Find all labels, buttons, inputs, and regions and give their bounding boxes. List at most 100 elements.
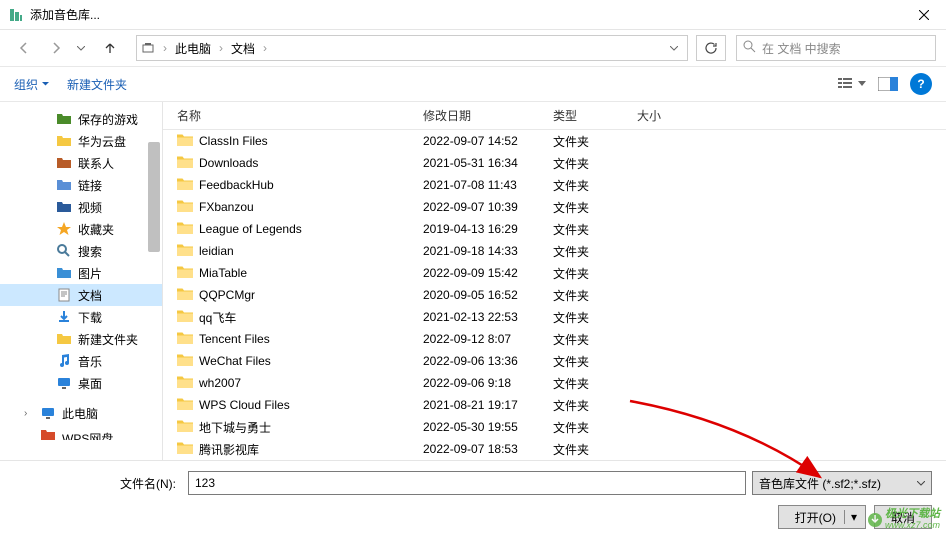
sidebar-item-folder[interactable]: 新建文件夹: [0, 328, 162, 350]
help-button[interactable]: ?: [910, 73, 932, 95]
sidebar-item-picture[interactable]: 图片: [0, 262, 162, 284]
search-input[interactable]: 在 文档 中搜索: [736, 35, 936, 61]
window-title: 添加音色库...: [30, 6, 901, 23]
up-button[interactable]: [96, 35, 124, 61]
file-row[interactable]: 腾讯影视库2022-09-07 18:53文件夹: [163, 438, 946, 460]
file-row[interactable]: ClassIn Files2022-09-07 14:52文件夹: [163, 130, 946, 152]
file-name: Downloads: [199, 156, 258, 170]
refresh-button[interactable]: [696, 35, 726, 61]
file-row[interactable]: leidian2021-09-18 14:33文件夹: [163, 240, 946, 262]
file-name: FXbanzou: [199, 200, 254, 214]
folder-icon: [177, 419, 193, 436]
file-name: leidian: [199, 244, 234, 258]
open-button[interactable]: 打开(O)▾: [778, 505, 866, 529]
breadcrumb-current[interactable]: 文档: [227, 38, 259, 59]
sidebar-item-wps[interactable]: WPS网盘: [0, 424, 162, 446]
folder-icon: [177, 309, 193, 326]
file-name: MiaTable: [199, 266, 247, 280]
file-row[interactable]: qq飞车2021-02-13 22:53文件夹: [163, 306, 946, 328]
file-row[interactable]: 地下城与勇士2022-05-30 19:55文件夹: [163, 416, 946, 438]
open-dropdown-icon[interactable]: ▾: [844, 510, 857, 524]
file-row[interactable]: MiaTable2022-09-09 15:42文件夹: [163, 262, 946, 284]
sidebar-item-contacts[interactable]: 联系人: [0, 152, 162, 174]
sidebar-item-label: 文档: [78, 287, 102, 304]
search-placeholder: 在 文档 中搜索: [762, 40, 841, 57]
file-row[interactable]: League of Legends2019-04-13 16:29文件夹: [163, 218, 946, 240]
file-row[interactable]: wh20072022-09-06 9:18文件夹: [163, 372, 946, 394]
history-dropdown[interactable]: [74, 46, 88, 51]
sidebar-item-desktop[interactable]: 桌面: [0, 372, 162, 394]
chevron-down-icon: [917, 481, 925, 486]
sidebar-item-game[interactable]: 保存的游戏: [0, 108, 162, 130]
sidebar-item-download[interactable]: 下载: [0, 306, 162, 328]
download-icon: [56, 309, 72, 325]
file-type: 文件夹: [553, 243, 637, 260]
file-rows: ClassIn Files2022-09-07 14:52文件夹Download…: [163, 130, 946, 460]
folder-icon: [177, 287, 193, 304]
app-icon: [8, 7, 24, 23]
file-name: FeedbackHub: [199, 178, 274, 192]
sidebar-item-label: WPS网盘: [62, 430, 113, 440]
file-name: QQPCMgr: [199, 288, 255, 302]
scrollbar-thumb[interactable]: [148, 142, 160, 252]
filename-input[interactable]: [188, 471, 746, 495]
file-type: 文件夹: [553, 287, 637, 304]
folder-icon: [177, 177, 193, 194]
new-folder-button[interactable]: 新建文件夹: [67, 76, 127, 93]
sidebar-item-video[interactable]: 视频: [0, 196, 162, 218]
back-button[interactable]: [10, 35, 38, 61]
column-name[interactable]: 名称: [163, 107, 423, 124]
column-date[interactable]: 修改日期: [423, 107, 553, 124]
sidebar-item-label: 搜索: [78, 243, 102, 260]
breadcrumb[interactable]: › 此电脑 › 文档 ›: [136, 35, 688, 61]
sidebar-item-pc[interactable]: ›此电脑: [0, 402, 162, 424]
sidebar-item-search[interactable]: 搜索: [0, 240, 162, 262]
file-name: 腾讯影视库: [199, 441, 259, 458]
file-row[interactable]: FeedbackHub2021-07-08 11:43文件夹: [163, 174, 946, 196]
file-row[interactable]: Downloads2021-05-31 16:34文件夹: [163, 152, 946, 174]
file-date: 2021-07-08 11:43: [423, 178, 553, 192]
organize-button[interactable]: 组织: [14, 76, 49, 93]
toolbar: 组织 新建文件夹 ?: [0, 66, 946, 102]
file-date: 2022-09-09 15:42: [423, 266, 553, 280]
file-row[interactable]: Tencent Files2022-09-12 8:07文件夹: [163, 328, 946, 350]
expand-icon[interactable]: ›: [24, 408, 27, 419]
file-name: 地下城与勇士: [199, 419, 271, 436]
forward-button[interactable]: [42, 35, 70, 61]
file-row[interactable]: QQPCMgr2020-09-05 16:52文件夹: [163, 284, 946, 306]
file-row[interactable]: WeChat Files2022-09-06 13:36文件夹: [163, 350, 946, 372]
cancel-button[interactable]: 取消: [874, 505, 932, 529]
folder-icon: [177, 199, 193, 216]
sidebar-item-star[interactable]: 收藏夹: [0, 218, 162, 240]
sidebar-item-music[interactable]: 音乐: [0, 350, 162, 372]
filelist: 名称 修改日期 类型 大小 ClassIn Files2022-09-07 14…: [162, 102, 946, 460]
breadcrumb-root[interactable]: 此电脑: [171, 38, 215, 59]
folder-icon: [177, 221, 193, 238]
preview-pane-button[interactable]: [878, 77, 898, 91]
navbar: › 此电脑 › 文档 › 在 文档 中搜索: [0, 30, 946, 66]
contacts-icon: [56, 155, 72, 171]
star-icon: [56, 221, 72, 237]
column-type[interactable]: 类型: [553, 107, 637, 124]
file-row[interactable]: FXbanzou2022-09-07 10:39文件夹: [163, 196, 946, 218]
file-date: 2021-02-13 22:53: [423, 310, 553, 324]
view-mode-button[interactable]: [838, 76, 866, 92]
picture-icon: [56, 265, 72, 281]
breadcrumb-dropdown[interactable]: [665, 46, 683, 51]
filetype-filter[interactable]: 音色库文件 (*.sf2;*.sfz): [752, 471, 932, 495]
folder-icon: [56, 331, 72, 347]
sidebar-item-doc[interactable]: 文档: [0, 284, 162, 306]
file-type: 文件夹: [553, 199, 637, 216]
file-name: WPS Cloud Files: [199, 398, 290, 412]
file-row[interactable]: WPS Cloud Files2021-08-21 19:17文件夹: [163, 394, 946, 416]
sidebar-item-label: 音乐: [78, 353, 102, 370]
file-name: Tencent Files: [199, 332, 270, 346]
sidebar-item-link[interactable]: 链接: [0, 174, 162, 196]
file-date: 2022-09-06 13:36: [423, 354, 553, 368]
file-type: 文件夹: [553, 221, 637, 238]
close-button[interactable]: [901, 0, 946, 30]
sidebar-item-folder[interactable]: 华为云盘: [0, 130, 162, 152]
doc-icon: [56, 287, 72, 303]
column-size[interactable]: 大小: [637, 107, 717, 124]
file-date: 2019-04-13 16:29: [423, 222, 553, 236]
